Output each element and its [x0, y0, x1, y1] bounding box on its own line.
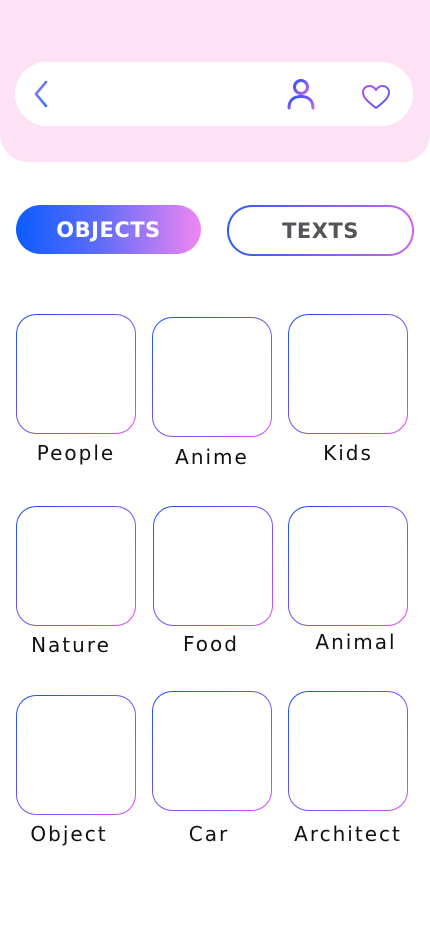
profile-button[interactable] — [285, 77, 317, 111]
tab-texts-label: TEXTS — [282, 218, 359, 243]
category-label: People — [36, 441, 116, 465]
category-nature[interactable]: Nature — [16, 506, 136, 657]
tab-objects-label: OBJECTS — [56, 217, 161, 242]
back-button[interactable] — [29, 78, 53, 110]
category-anime[interactable]: Anime — [152, 317, 272, 469]
category-thumbnail — [288, 506, 408, 626]
category-thumbnail — [288, 691, 408, 811]
category-animal[interactable]: Animal — [288, 506, 408, 654]
tab-objects[interactable]: OBJECTS — [16, 205, 201, 254]
category-thumbnail — [288, 314, 408, 434]
category-label: Architect — [294, 822, 402, 846]
heart-icon — [362, 85, 390, 109]
tab-texts[interactable]: TEXTS — [227, 205, 414, 256]
user-icon — [287, 79, 315, 110]
category-label: Kids — [323, 441, 373, 465]
category-label: Animal — [315, 630, 397, 654]
category-thumbnail — [16, 506, 136, 626]
category-people[interactable]: People — [16, 314, 136, 465]
category-kids[interactable]: Kids — [288, 314, 408, 465]
category-thumbnail — [152, 691, 272, 811]
category-thumbnail — [153, 506, 273, 626]
category-label: Nature — [31, 633, 111, 657]
chevron-left-icon — [34, 80, 48, 108]
top-bar — [15, 62, 413, 126]
category-label: Food — [183, 632, 239, 656]
category-label: Anime — [175, 445, 249, 469]
category-architect[interactable]: Architect — [288, 691, 408, 846]
category-label: Car — [188, 822, 230, 846]
category-food[interactable]: Food — [153, 506, 273, 656]
category-thumbnail — [16, 314, 136, 434]
category-object[interactable]: Object — [16, 695, 136, 846]
category-thumbnail — [16, 695, 136, 815]
category-car[interactable]: Car — [152, 691, 272, 846]
favorite-button[interactable] — [359, 82, 393, 112]
category-label: Object — [30, 822, 108, 846]
category-thumbnail — [152, 317, 272, 437]
